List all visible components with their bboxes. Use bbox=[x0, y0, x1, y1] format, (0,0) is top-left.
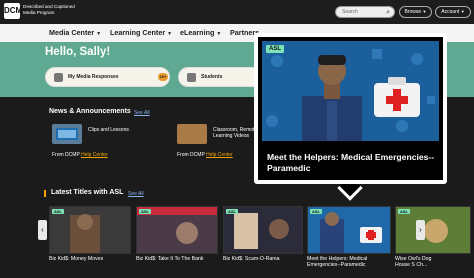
asl-tag: ASL bbox=[398, 209, 410, 214]
students-card[interactable]: Students bbox=[178, 67, 263, 87]
title-tile[interactable]: ASL bbox=[395, 206, 471, 254]
nav-elearning[interactable]: eLearning ▼ bbox=[180, 28, 221, 37]
asl-tag: ASL bbox=[266, 45, 284, 53]
tile-thumbnail bbox=[50, 207, 130, 253]
asl-tag: ASL bbox=[139, 209, 151, 214]
latest-section-title: Latest Titles with ASL bbox=[51, 189, 124, 196]
news-thumbnail[interactable] bbox=[52, 124, 82, 144]
title-preview-popup[interactable]: ASL Meet the Helpers: Medical Emergencie… bbox=[254, 33, 447, 184]
news-item-source: From DCMP Help Center bbox=[52, 152, 108, 158]
tile-thumbnail bbox=[396, 207, 470, 253]
title-tile[interactable]: ASL bbox=[49, 206, 131, 254]
account-button[interactable]: Account ▼ bbox=[435, 6, 471, 18]
media-icon bbox=[54, 73, 63, 82]
chevron-down-icon: ▼ bbox=[96, 31, 102, 37]
news-section-title: News & Announcements bbox=[49, 108, 131, 115]
chevron-down-icon: ▼ bbox=[167, 31, 173, 37]
news-item-title[interactable]: Classroom, Remote Learning Videos bbox=[213, 127, 258, 139]
my-media-responses-card[interactable]: My Media Responses 10+ bbox=[45, 67, 170, 87]
section-accent-bar bbox=[44, 190, 46, 197]
title-tile[interactable]: ASL bbox=[307, 206, 391, 254]
source-prefix: From DCMP bbox=[177, 152, 205, 158]
search-placeholder: Search bbox=[342, 9, 358, 15]
nav-media-center[interactable]: Media Center ▼ bbox=[49, 28, 101, 37]
popup-title[interactable]: Meet the Helpers: Medical Emergencies--P… bbox=[267, 152, 447, 174]
help-center-link[interactable]: Help Center bbox=[206, 152, 233, 158]
count-badge: 10+ bbox=[158, 73, 168, 81]
help-center-link[interactable]: Help Center bbox=[81, 152, 108, 158]
monitor-icon bbox=[56, 128, 78, 140]
students-icon bbox=[187, 73, 196, 82]
tile-thumbnail bbox=[224, 207, 302, 253]
greeting: Hello, Sally! bbox=[45, 46, 111, 58]
asl-tag: ASL bbox=[310, 209, 322, 214]
search-icon[interactable]: ⌕ bbox=[386, 7, 390, 18]
tile-thumbnail bbox=[308, 207, 390, 253]
news-see-all-link[interactable]: See All bbox=[134, 110, 150, 116]
search-input[interactable]: Search ⌕ bbox=[335, 6, 395, 18]
news-item-title[interactable]: Clips and Lessons bbox=[88, 127, 129, 133]
tile-title-line: House S Ch... bbox=[395, 262, 428, 268]
nav-label: eLearning bbox=[180, 28, 215, 37]
chevron-down-icon: ▼ bbox=[460, 9, 465, 14]
chevron-down-icon: ▼ bbox=[216, 31, 222, 37]
account-label: Account bbox=[441, 9, 460, 15]
tile-title[interactable]: Biz Kid$: Money Moves bbox=[49, 256, 103, 262]
tile-thumbnail bbox=[137, 207, 217, 253]
tile-title[interactable]: Biz Kid$: Take It To The Bank bbox=[136, 256, 203, 262]
card-label: Students bbox=[201, 74, 223, 80]
browse-label: Browse bbox=[404, 9, 422, 15]
top-bar: DCMP Described and Captioned Media Progr… bbox=[0, 0, 474, 24]
title-tile[interactable]: ASL bbox=[223, 206, 303, 254]
news-thumbnail[interactable] bbox=[177, 124, 207, 144]
browse-button[interactable]: Browse ▼ bbox=[399, 6, 432, 18]
logo-text: Described and Captioned Media Program bbox=[23, 4, 75, 15]
tile-title[interactable]: Meet the Helpers: Medical Emergencies--P… bbox=[307, 256, 367, 268]
chevron-right-icon[interactable]: › bbox=[416, 220, 425, 240]
preview-thumbnail: ASL bbox=[262, 41, 439, 141]
card-label: My Media Responses bbox=[68, 74, 119, 80]
asl-tag: ASL bbox=[52, 209, 64, 214]
chevron-down-icon: ▼ bbox=[422, 9, 427, 14]
news-item-source: From DCMP Help Center bbox=[177, 152, 233, 158]
chevron-left-icon[interactable]: ‹ bbox=[38, 220, 47, 240]
source-prefix: From DCMP bbox=[52, 152, 80, 158]
paramedic-illustration bbox=[262, 41, 439, 141]
nav-learning-center[interactable]: Learning Center ▼ bbox=[110, 28, 172, 37]
latest-see-all-link[interactable]: See All bbox=[128, 191, 144, 197]
nav-label: Learning Center bbox=[110, 28, 166, 37]
nav-label: Media Center bbox=[49, 28, 95, 37]
dcmp-logo[interactable]: DCMP bbox=[4, 3, 28, 19]
tile-title-line: Emergencies--Paramedic bbox=[307, 262, 366, 268]
tile-title[interactable]: Wise Owl's Dog House S Ch... bbox=[395, 256, 431, 268]
tile-title[interactable]: Biz Kid$: Scam-O-Rama bbox=[223, 256, 280, 262]
title-tile[interactable]: ASL bbox=[136, 206, 218, 254]
asl-tag: ASL bbox=[226, 209, 238, 214]
